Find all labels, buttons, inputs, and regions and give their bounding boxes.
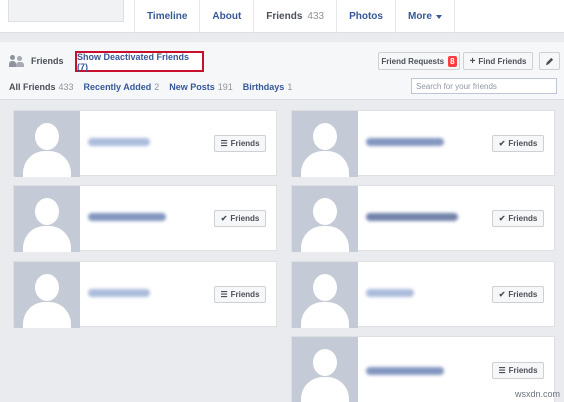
profile-tabs: Timeline About Friends 433 Photos More bbox=[134, 0, 455, 33]
edit-friends-button[interactable] bbox=[539, 52, 560, 70]
tab-count: 433 bbox=[307, 11, 325, 22]
friend-name-blurred[interactable] bbox=[88, 213, 166, 221]
tab-label: Photos bbox=[349, 11, 383, 22]
find-friends-label: Find Friends bbox=[478, 56, 527, 66]
friends-button-label: Friends bbox=[230, 139, 260, 148]
tab-timeline[interactable]: Timeline bbox=[134, 0, 199, 33]
tab-friends[interactable]: Friends 433 bbox=[253, 0, 336, 33]
avatar[interactable] bbox=[292, 111, 358, 177]
tab-more[interactable]: More bbox=[394, 0, 455, 33]
friends-subtabs: All Friends 433 Recently Added 2 New Posts… bbox=[9, 82, 302, 92]
subtab-count: 191 bbox=[217, 82, 233, 92]
search-friends-input[interactable] bbox=[411, 78, 557, 94]
show-deactivated-friends-link[interactable]: Show Deactivated Friends (7) bbox=[75, 51, 204, 72]
subtab-recently-added[interactable]: Recently Added 2 bbox=[84, 82, 160, 92]
plus-icon: + bbox=[469, 55, 476, 67]
friends-button-label: Friends bbox=[508, 366, 538, 375]
friend-card: ✔ Friends bbox=[291, 185, 555, 252]
friend-name-blurred[interactable] bbox=[366, 213, 458, 221]
tab-label: About bbox=[212, 11, 242, 22]
subtab-count: 1 bbox=[287, 82, 293, 92]
friends-button-label: Friends bbox=[508, 139, 538, 148]
friend-requests-badge: 8 bbox=[448, 55, 457, 67]
friend-name-blurred[interactable] bbox=[366, 367, 444, 375]
tab-label: Timeline bbox=[147, 11, 188, 22]
friends-people-icon bbox=[9, 55, 25, 67]
friend-card: ✔ Friends bbox=[291, 110, 555, 177]
check-icon: ✔ bbox=[498, 214, 506, 223]
friends-status-button[interactable]: ☰ Friends bbox=[214, 286, 266, 303]
find-friends-button[interactable]: + Find Friends bbox=[463, 52, 533, 70]
friend-card: ☰ Friends bbox=[13, 261, 277, 328]
subtab-count: 433 bbox=[58, 82, 74, 92]
friends-button-label: Friends bbox=[508, 214, 538, 223]
avatar[interactable] bbox=[14, 262, 80, 328]
subtab-label: New Posts bbox=[169, 82, 215, 92]
list-icon: ☰ bbox=[220, 290, 228, 299]
friend-requests-button[interactable]: Friend Requests 8 bbox=[378, 52, 460, 70]
check-icon: ✔ bbox=[498, 139, 506, 148]
friends-button-label: Friends bbox=[508, 290, 538, 299]
tab-label: More bbox=[407, 11, 432, 22]
pencil-icon bbox=[545, 57, 554, 65]
tab-label: Friends bbox=[266, 11, 303, 22]
profile-nav-bar: Timeline About Friends 433 Photos More bbox=[0, 0, 564, 33]
subtab-count: 2 bbox=[154, 82, 160, 92]
list-icon: ☰ bbox=[220, 139, 228, 148]
avatar[interactable] bbox=[292, 337, 358, 402]
subtab-label: Birthdays bbox=[242, 82, 285, 92]
subtab-birthdays[interactable]: Birthdays 1 bbox=[243, 82, 293, 92]
friend-requests-label: Friend Requests bbox=[381, 56, 445, 66]
avatar[interactable] bbox=[14, 186, 80, 252]
friend-card: ✔ Friends bbox=[291, 261, 555, 328]
friends-section-title: Friends bbox=[9, 55, 64, 67]
avatar[interactable] bbox=[292, 262, 358, 328]
friend-name-blurred[interactable] bbox=[366, 289, 414, 297]
avatar[interactable] bbox=[292, 186, 358, 252]
subtab-all-friends[interactable]: All Friends 433 bbox=[9, 82, 74, 92]
friend-name-blurred[interactable] bbox=[88, 289, 150, 297]
friend-card: ✔ Friends bbox=[13, 185, 277, 252]
friends-status-button[interactable]: ✔ Friends bbox=[492, 286, 544, 303]
list-icon: ☰ bbox=[498, 366, 506, 375]
friends-button-label: Friends bbox=[230, 214, 260, 223]
friends-status-button[interactable]: ✔ Friends bbox=[492, 210, 544, 227]
subtab-new-posts[interactable]: New Posts 191 bbox=[169, 82, 233, 92]
friend-name-blurred[interactable] bbox=[88, 138, 150, 146]
friend-name-blurred[interactable] bbox=[366, 138, 444, 146]
tab-photos[interactable]: Photos bbox=[336, 0, 395, 33]
subtab-label: Recently Added bbox=[83, 82, 152, 92]
friends-status-button[interactable]: ✔ Friends bbox=[214, 210, 266, 227]
friends-status-button[interactable]: ✔ Friends bbox=[492, 135, 544, 152]
subtab-label: All Friends bbox=[9, 82, 56, 92]
friends-title-label: Friends bbox=[31, 56, 64, 66]
friends-button-label: Friends bbox=[230, 290, 260, 299]
avatar[interactable] bbox=[14, 111, 80, 177]
friends-status-button[interactable]: ☰ Friends bbox=[492, 362, 544, 379]
caret-down-icon bbox=[435, 14, 442, 19]
tab-about[interactable]: About bbox=[199, 0, 253, 33]
check-icon: ✔ bbox=[498, 290, 506, 299]
check-icon: ✔ bbox=[220, 214, 228, 223]
friends-status-button[interactable]: ☰ Friends bbox=[214, 135, 266, 152]
friend-card: ☰ Friends bbox=[13, 110, 277, 177]
profile-picture-stub[interactable] bbox=[8, 0, 124, 22]
watermark: wsxdn.com bbox=[514, 389, 560, 399]
